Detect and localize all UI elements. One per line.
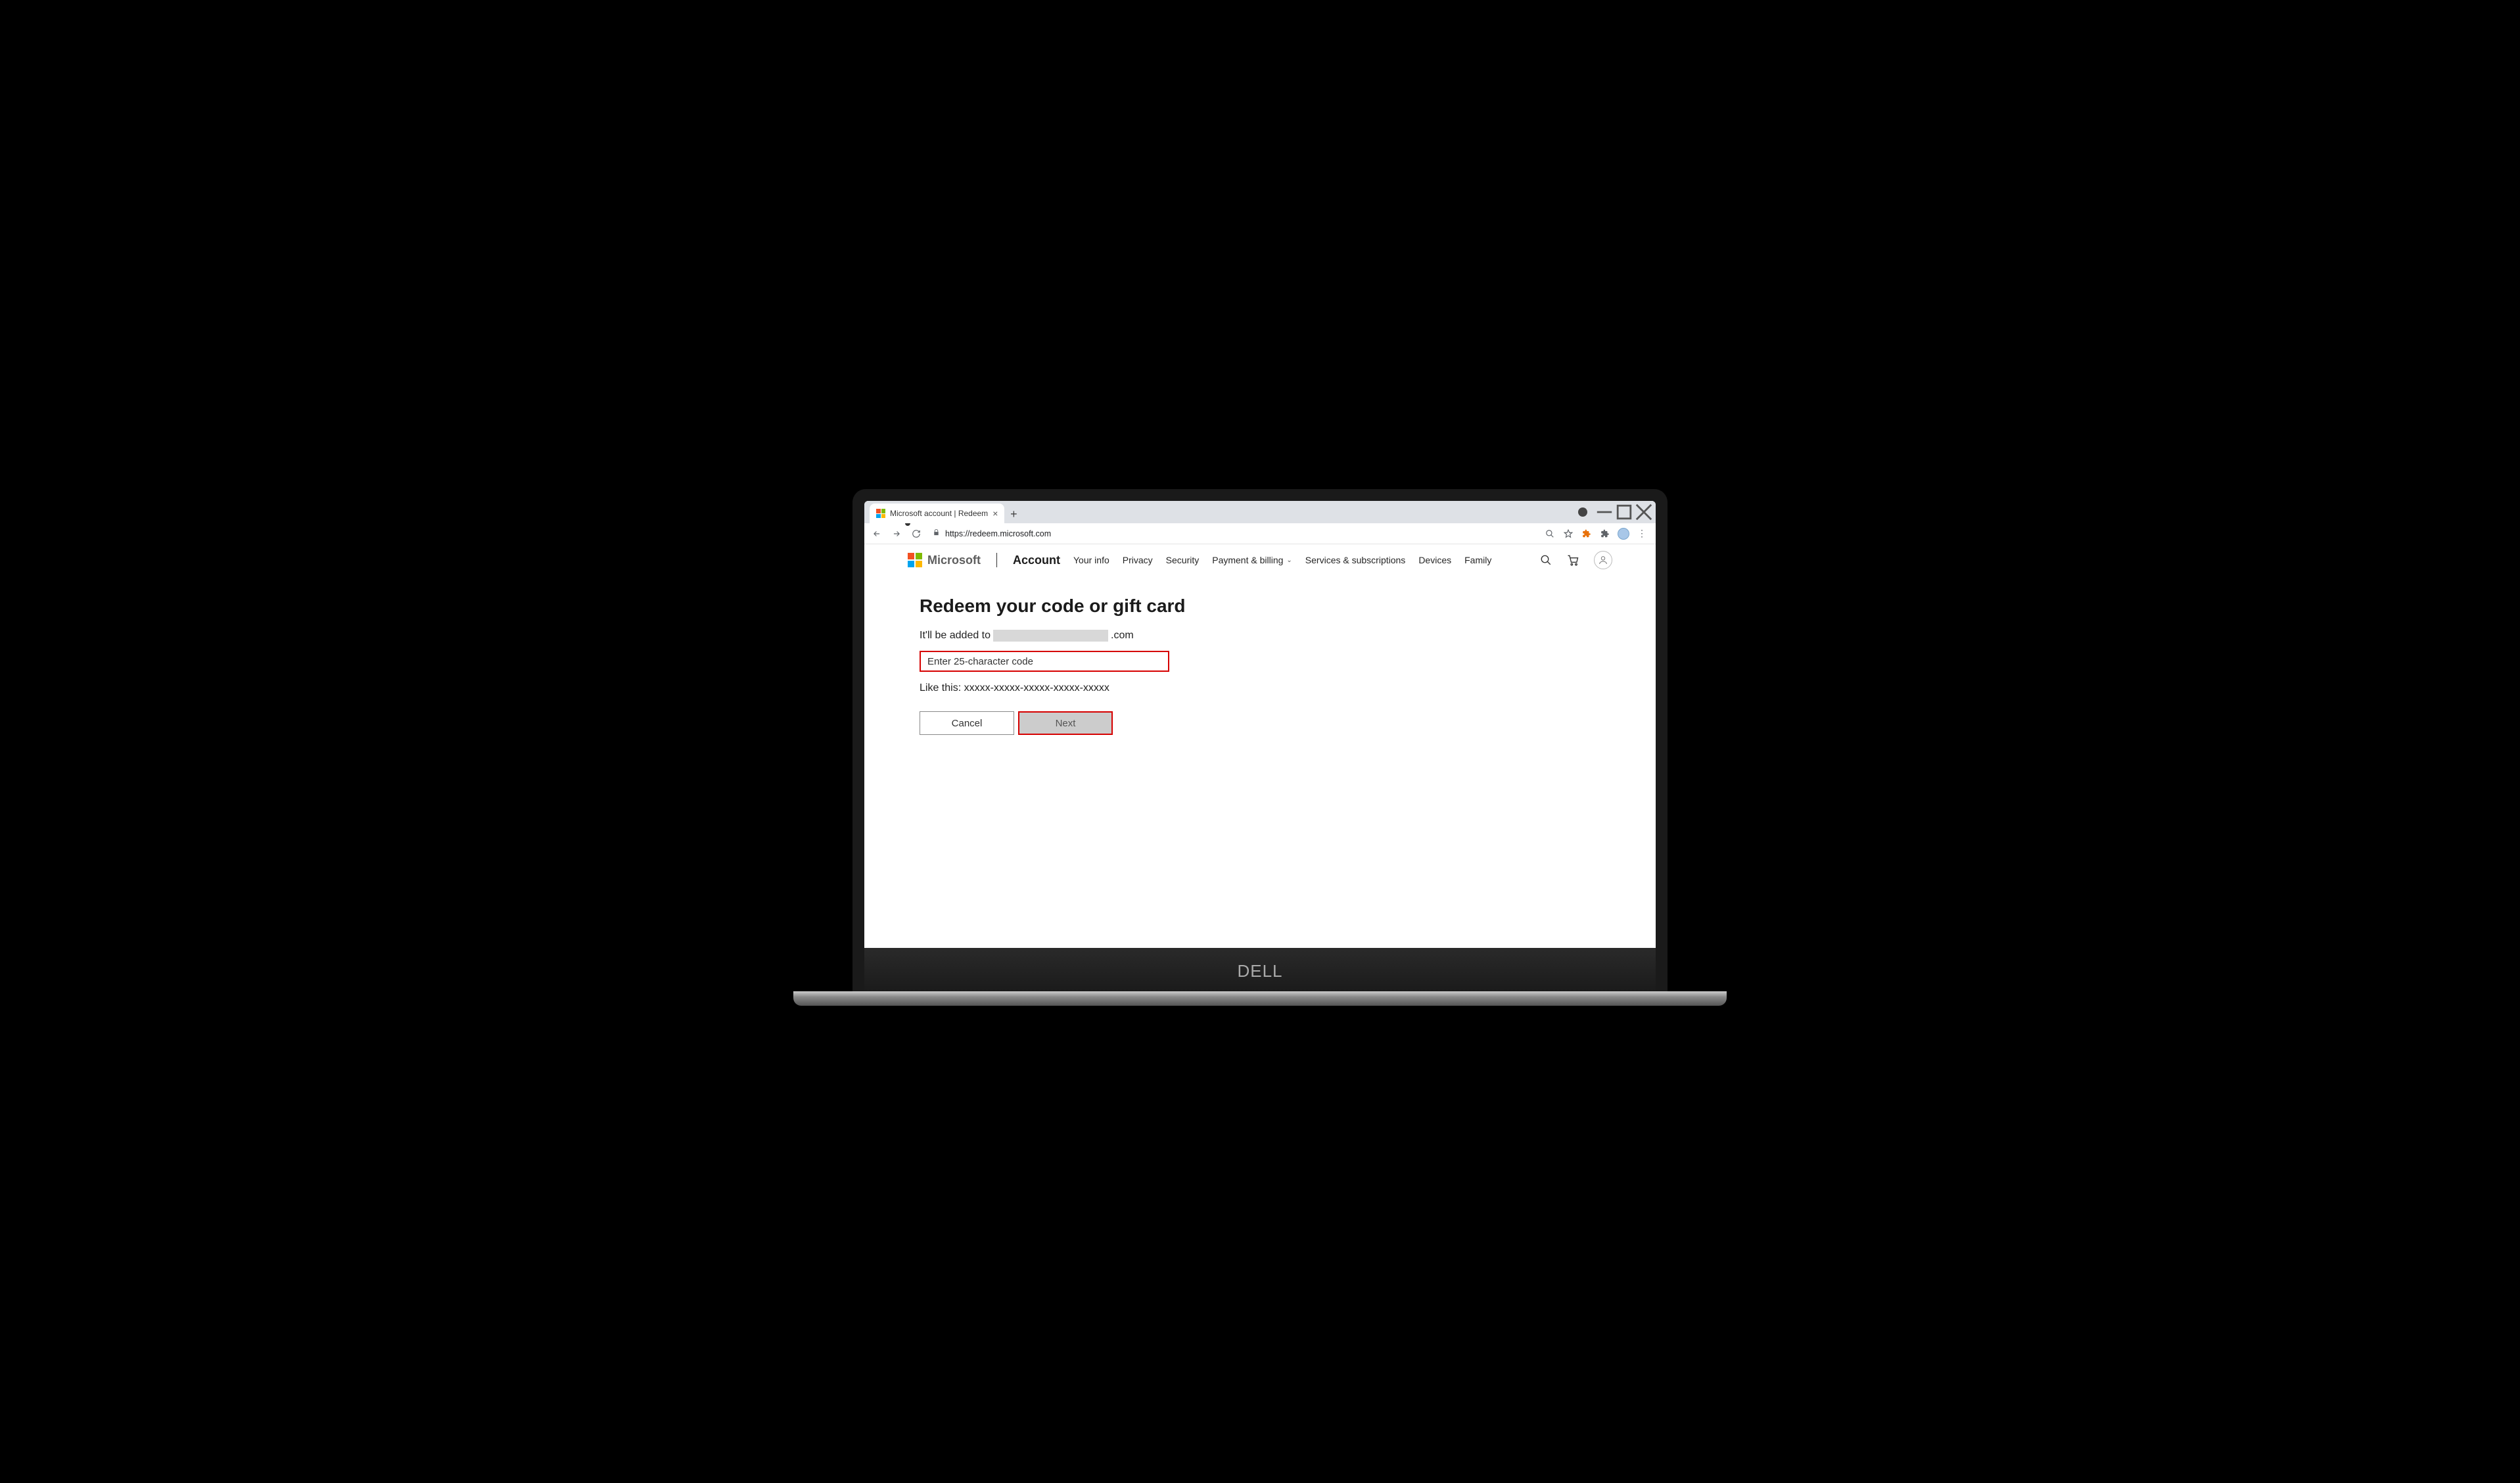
user-avatar-icon[interactable] — [1594, 551, 1612, 569]
chrome-menu-icon[interactable]: ⋮ — [1636, 528, 1648, 540]
url-text: https://redeem.microsoft.com — [945, 529, 1051, 538]
search-icon[interactable] — [1540, 554, 1552, 566]
account-indicator-icon[interactable] — [1578, 507, 1587, 517]
page-content: Microsoft Account Your info Privacy Secu… — [864, 544, 1656, 948]
nav-your-info[interactable]: Your info — [1073, 555, 1109, 565]
main-content: Redeem your code or gift card It'll be a… — [864, 576, 1403, 755]
window-close-icon[interactable] — [1635, 503, 1653, 521]
extension-icon[interactable] — [1581, 528, 1593, 540]
browser-tab-strip: Microsoft account | Redeem × + — [864, 501, 1656, 523]
browser-tab-active[interactable]: Microsoft account | Redeem × — [870, 504, 1004, 523]
laptop-brand: DELL — [1237, 961, 1282, 981]
microsoft-logo-icon — [908, 553, 922, 567]
laptop-frame: Microsoft account | Redeem × + — [852, 489, 1668, 994]
nav-back-icon[interactable] — [870, 527, 884, 541]
new-tab-button[interactable]: + — [1004, 505, 1023, 523]
nav-forward-icon[interactable] — [889, 527, 904, 541]
tab-title: Microsoft account | Redeem — [890, 509, 988, 518]
header-nav: Account Your info Privacy Security Payme… — [1013, 553, 1491, 567]
subtitle-suffix: .com — [1111, 630, 1134, 642]
laptop-screen: Microsoft account | Redeem × + — [864, 501, 1656, 948]
subtitle-prefix: It'll be added to — [920, 630, 991, 642]
profile-avatar-icon[interactable] — [1618, 528, 1629, 540]
header-divider — [996, 553, 997, 567]
header-actions — [1540, 551, 1612, 569]
nav-devices[interactable]: Devices — [1418, 555, 1451, 565]
microsoft-logo-text: Microsoft — [927, 553, 981, 567]
nav-payment-label: Payment & billing — [1212, 555, 1283, 565]
next-button[interactable]: Next — [1018, 711, 1113, 735]
zoom-icon[interactable] — [1544, 528, 1556, 540]
tab-favicon-microsoft — [876, 509, 885, 518]
microsoft-logo[interactable]: Microsoft — [908, 553, 981, 567]
redacted-email — [993, 630, 1108, 642]
chevron-down-icon: ⌄ — [1286, 557, 1292, 564]
microsoft-header: Microsoft Account Your info Privacy Secu… — [864, 544, 1656, 576]
browser-address-bar: https://redeem.microsoft.com ⋮ — [864, 523, 1656, 544]
nav-privacy[interactable]: Privacy — [1123, 555, 1153, 565]
bookmark-star-icon[interactable] — [1562, 528, 1574, 540]
url-display[interactable]: https://redeem.microsoft.com — [929, 529, 1539, 538]
window-maximize-icon[interactable] — [1615, 503, 1633, 521]
nav-security[interactable]: Security — [1166, 555, 1200, 565]
cancel-button[interactable]: Cancel — [920, 711, 1014, 735]
window-minimize-icon[interactable] — [1595, 503, 1614, 521]
nav-reload-icon[interactable] — [909, 527, 923, 541]
button-row: Cancel Next — [920, 711, 1348, 735]
nav-family[interactable]: Family — [1464, 555, 1491, 565]
code-input[interactable] — [920, 651, 1169, 672]
extensions-puzzle-icon[interactable] — [1599, 528, 1611, 540]
nav-payment-billing[interactable]: Payment & billing ⌄ — [1212, 555, 1292, 565]
code-format-hint: Like this: xxxxx-xxxxx-xxxxx-xxxxx-xxxxx — [920, 682, 1348, 694]
added-to-row: It'll be added to .com — [920, 630, 1348, 642]
cart-icon[interactable] — [1566, 553, 1579, 567]
laptop-chin: DELL — [864, 948, 1656, 994]
laptop-base — [793, 991, 1727, 1006]
tab-close-icon[interactable]: × — [992, 508, 998, 519]
nav-account[interactable]: Account — [1013, 553, 1060, 567]
lock-icon — [933, 529, 940, 538]
window-controls — [1578, 501, 1656, 523]
nav-services[interactable]: Services & subscriptions — [1305, 555, 1406, 565]
page-title: Redeem your code or gift card — [920, 596, 1348, 617]
address-bar-actions: ⋮ — [1544, 528, 1650, 540]
